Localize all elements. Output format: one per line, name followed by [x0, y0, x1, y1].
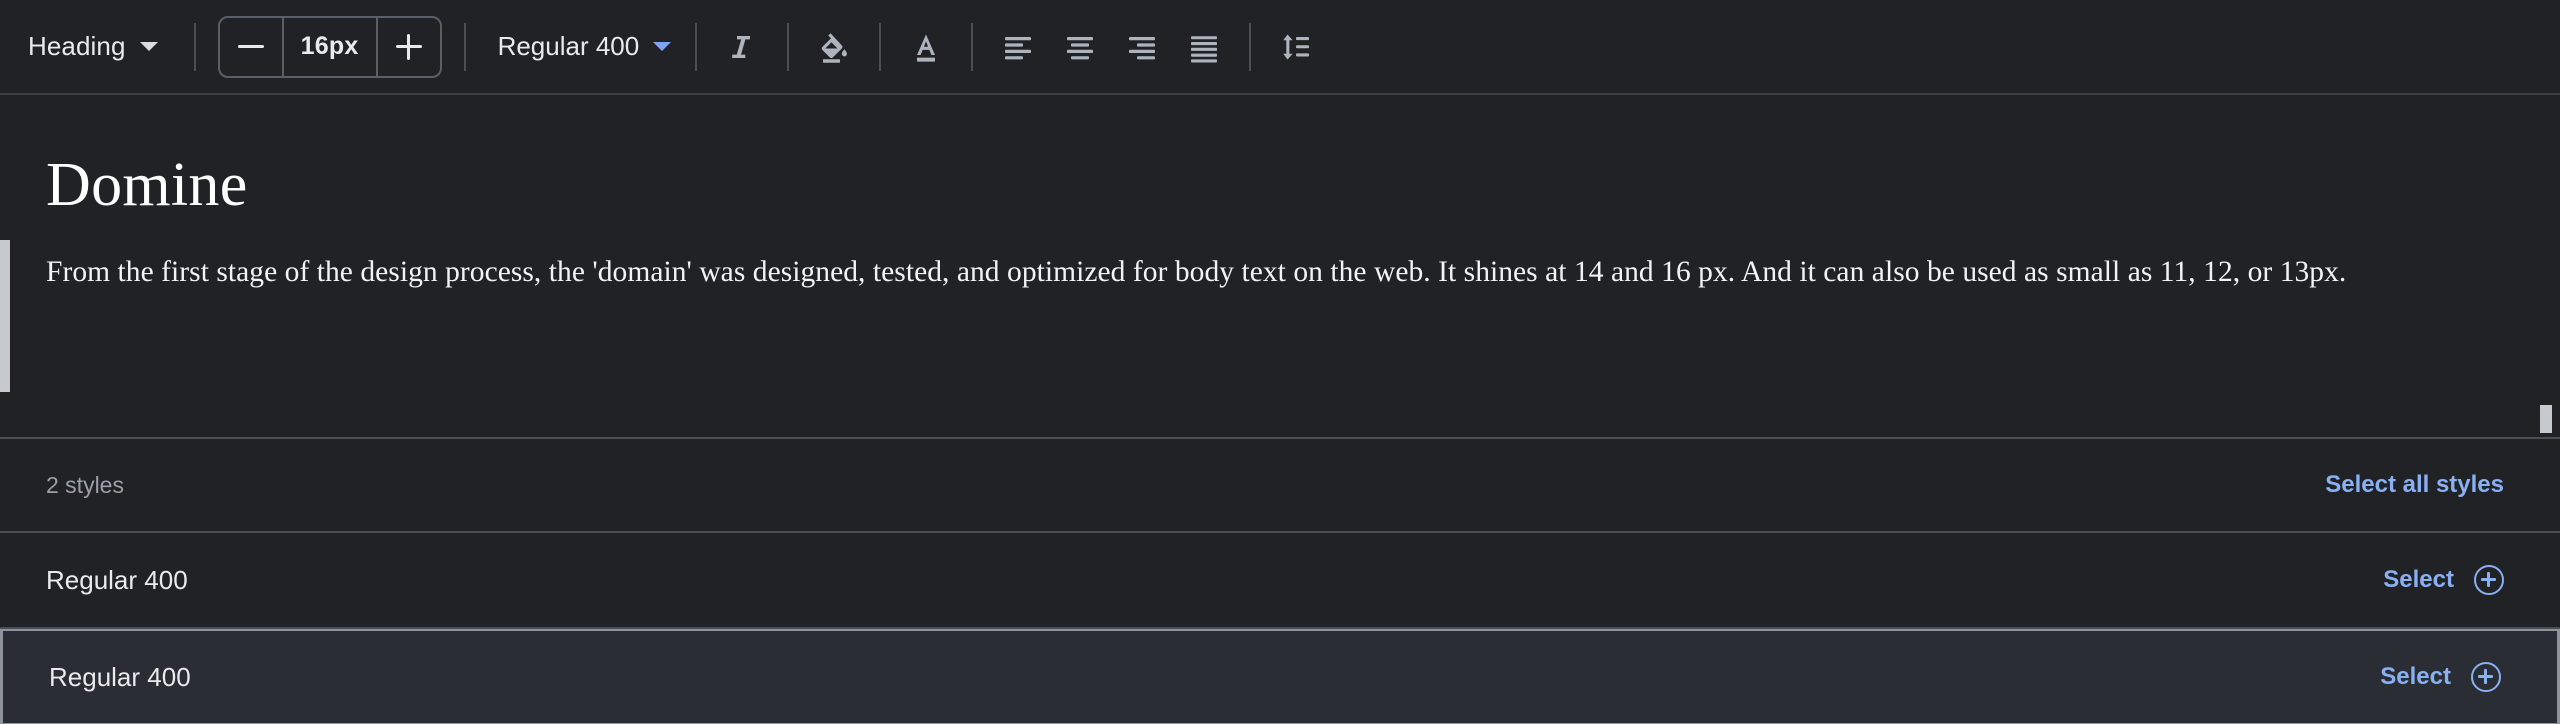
- styles-panel-header: 2 styles Select all styles: [0, 437, 2560, 533]
- font-specimen-editor: Heading 16px Regular 400 Domine From the…: [0, 0, 2560, 724]
- style-row[interactable]: Regular 400 Select: [0, 629, 2560, 724]
- paragraph-accent-bar: [0, 240, 10, 393]
- toolbar-divider: [787, 22, 790, 71]
- specimen-editor-area[interactable]: Domine From the first stage of the desig…: [0, 95, 2560, 437]
- block-style-dropdown[interactable]: Heading: [24, 21, 172, 72]
- select-style-label: Select: [2380, 663, 2451, 690]
- fill-color-icon: [821, 32, 848, 63]
- specimen-editor[interactable]: Domine From the first stage of the desig…: [0, 95, 2560, 437]
- select-style-label: Select: [2383, 566, 2454, 593]
- line-height-button[interactable]: [1265, 16, 1327, 78]
- select-style-button[interactable]: Select: [2383, 565, 2504, 595]
- align-right-icon: [1129, 36, 1156, 59]
- style-row[interactable]: Regular 400 Select: [0, 533, 2560, 629]
- align-left-icon: [1005, 36, 1032, 59]
- formatting-toolbar: Heading 16px Regular 400: [0, 0, 2560, 95]
- italic-icon: [732, 35, 751, 58]
- toolbar-divider: [879, 22, 882, 71]
- align-center-icon: [1067, 36, 1094, 59]
- font-weight-label: Regular 400: [497, 31, 640, 61]
- plus-icon: [395, 33, 422, 60]
- font-size-increase-button[interactable]: [375, 17, 440, 76]
- styles-count-label: 2 styles: [46, 471, 124, 498]
- font-weight-dropdown[interactable]: Regular 400: [488, 21, 682, 72]
- block-style-label: Heading: [28, 31, 126, 61]
- plus-circle-icon: [2474, 565, 2504, 595]
- align-justify-icon: [1191, 35, 1218, 62]
- chevron-down-icon: [139, 42, 158, 51]
- chevron-down-icon: [653, 42, 672, 51]
- font-size-decrease-button[interactable]: [220, 17, 284, 76]
- font-size-value[interactable]: 16px: [284, 18, 376, 76]
- align-left-button[interactable]: [987, 16, 1049, 78]
- line-height-icon: [1283, 34, 1310, 59]
- toolbar-divider: [971, 22, 974, 71]
- select-style-button[interactable]: Select: [2380, 662, 2501, 692]
- align-justify-button[interactable]: [1173, 16, 1235, 78]
- specimen-paragraph-block: From the first stage of the design proce…: [0, 240, 2500, 393]
- fill-color-button[interactable]: [803, 16, 865, 78]
- align-right-button[interactable]: [1111, 16, 1173, 78]
- toolbar-divider: [1249, 22, 1252, 71]
- editor-resize-handle[interactable]: [2540, 405, 2552, 433]
- style-name-label: Regular 400: [49, 661, 191, 692]
- style-name-label: Regular 400: [46, 564, 188, 595]
- toolbar-divider: [695, 22, 698, 71]
- plus-circle-icon: [2471, 662, 2501, 692]
- font-size-stepper: 16px: [217, 15, 442, 78]
- text-color-button[interactable]: [895, 16, 957, 78]
- toolbar-divider: [463, 22, 466, 71]
- text-color-icon: [917, 34, 936, 62]
- toolbar-divider: [193, 22, 196, 71]
- styles-panel: 2 styles Select all styles Regular 400 S…: [0, 437, 2560, 724]
- align-center-button[interactable]: [1049, 16, 1111, 78]
- specimen-heading[interactable]: Domine: [46, 151, 2500, 220]
- italic-button[interactable]: [711, 16, 773, 78]
- minus-icon: [237, 45, 264, 48]
- select-all-styles-link[interactable]: Select all styles: [2325, 471, 2504, 499]
- specimen-body-text[interactable]: From the first stage of the design proce…: [46, 252, 2416, 294]
